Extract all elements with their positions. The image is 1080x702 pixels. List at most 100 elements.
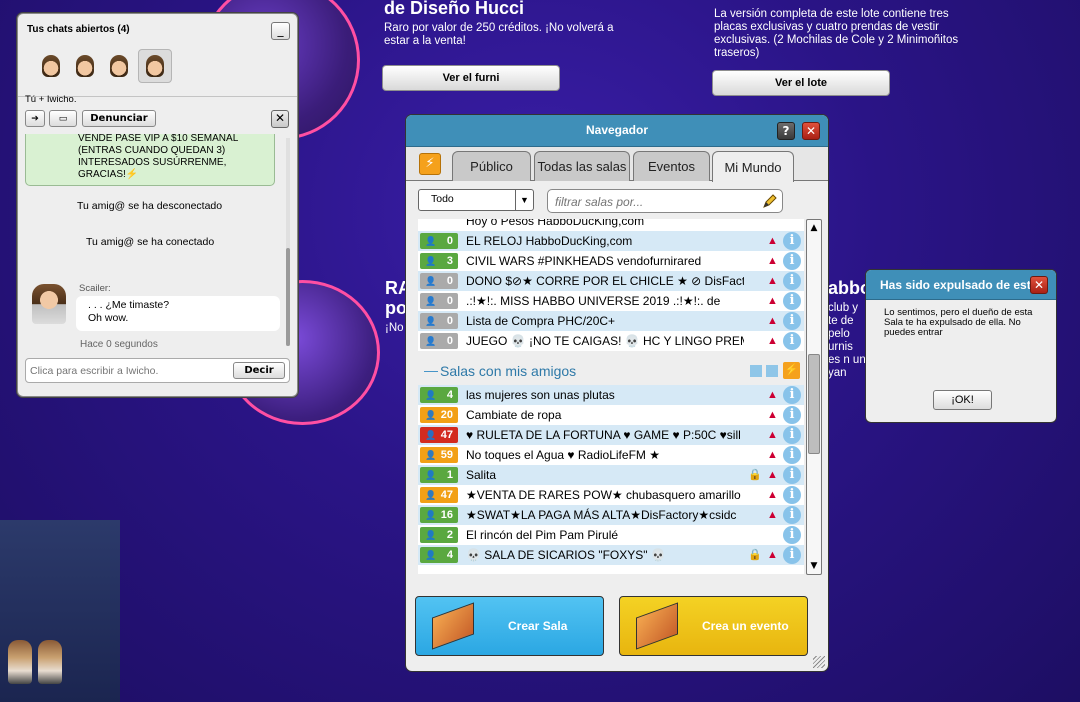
room-name: 💀 SALA DE SICARIOS "FOXYS" 💀 [466,548,666,562]
room-name: EL RELOJ HabboDucKing,com [466,234,633,248]
info-icon[interactable]: i [783,406,801,424]
info-icon[interactable]: i [783,466,801,484]
info-icon[interactable]: i [783,272,801,290]
user-icon: 👤 [425,389,437,400]
close-navigator-button[interactable]: ✕ [802,122,820,140]
room-row[interactable]: 👤 1 Salita 🔒 ▲ i [418,465,804,485]
user-count: 2 [446,529,453,541]
user-icon: 👤 [425,295,437,306]
collapse-icon[interactable]: — [424,362,438,378]
chat-tab-avatar-selected[interactable] [138,49,172,83]
chat-input[interactable] [30,362,226,379]
info-icon[interactable]: i [783,486,801,504]
room-row[interactable]: 👤 4 💀 SALA DE SICARIOS "FOXYS" 💀 🔒 ▲ i [418,545,804,565]
info-icon[interactable]: i [783,446,801,464]
user-count: 47 [440,489,453,501]
forward-icon[interactable]: ➔ [25,110,45,127]
room-row[interactable]: 👤 4 las mujeres son unas plutas ▲ i [418,385,804,405]
info-icon[interactable]: i [783,386,801,404]
room-row-icons: ▲ i [765,446,801,464]
room-row-icons: 🔒 ▲ i [748,546,801,564]
room-row[interactable]: 👤 20 Cambiate de ropa ▲ i [418,405,804,425]
lightning-icon[interactable]: ⚡ [783,362,800,379]
chat-tab-avatar[interactable] [36,50,66,82]
create-room-button[interactable]: Crear Sala [415,596,604,656]
user-icon: 👤 [425,549,437,560]
scroll-up-icon[interactable]: ▲ [807,221,821,235]
info-icon[interactable]: i [783,546,801,564]
room-name: ★SWAT★LA PAGA MÁS ALTA★DisFactory★csidc [466,508,737,522]
scroll-thumb[interactable] [808,354,820,454]
search-input[interactable] [555,194,755,209]
promo-mid-right-title: abbo [828,278,871,298]
chat-tab-avatar[interactable] [104,50,134,82]
scroll-down-icon[interactable]: ▼ [807,559,821,573]
room-name: .:!★!:. MISS HABBO UNIVERSE 2019 .:!★!:.… [466,294,721,308]
room-row[interactable]: 👤 3 CIVIL WARS #PINKHEADS vendofurnirared ▲… [418,251,804,271]
room-name: las mujeres son unas plutas [466,388,615,402]
room-row[interactable]: 👤 0 .:!★!:. MISS HABBO UNIVERSE 2019 .:!★!… [418,291,804,311]
room-list-scrollbar[interactable]: ▲ ▼ [806,219,822,575]
room-row[interactable]: 👤 47 ♥ RULETA DE LA FORTUNA ♥ GAME ♥ P:50C… [418,425,804,445]
chat-tab-avatar[interactable] [70,50,100,82]
tab-public[interactable]: Público [452,151,531,181]
system-message: Tu amig@ se ha conectado [86,236,215,248]
system-message: Tu amig@ se ha desconectado [77,200,223,212]
chat-scrollbar[interactable] [286,138,290,346]
ok-button[interactable]: ¡OK! [933,390,992,410]
user-count: 16 [440,509,453,521]
resize-handle[interactable] [813,656,825,668]
info-icon[interactable]: i [783,506,801,524]
lock-icon: 🔒 [748,469,762,481]
user-count: 4 [446,389,453,401]
info-icon[interactable]: i [783,312,801,330]
send-button[interactable]: Decir [233,362,285,379]
room-row[interactable]: 👤 0 Lista de Compra PHC/20C+ ▲ i [418,311,804,331]
report-button[interactable]: Denunciar [82,110,156,127]
info-icon[interactable]: i [783,526,801,544]
minimize-button[interactable]: _ [271,22,290,40]
user-count-badge: 👤 47 [420,427,458,443]
room-row[interactable]: 👤 0 EL RELOJ HabboDucKing,com ▲ i [418,231,804,251]
close-dialog-button[interactable]: ✕ [1030,276,1048,294]
user-count-badge: 👤 0 [420,273,458,289]
view-toggle[interactable] [750,365,778,377]
lightning-icon[interactable]: ⚡ [419,153,441,175]
room-row[interactable]: 👤 59 No toques el Agua ♥ RadioLifeFM ★ ▲ i [418,445,804,465]
help-button[interactable]: ? [777,122,795,140]
room-name: JUEGO 💀 ¡NO TE CAIGAS! 💀 HC Y LINGO PREM… [466,334,744,348]
room-row[interactable]: Hoy o Pesos HabboDucKing,com [418,219,804,231]
close-chat-button[interactable]: ✕ [271,110,289,128]
room-icon [426,604,480,648]
tab-all-rooms[interactable]: Todas las salas [534,151,630,181]
tab-my-world[interactable]: Mi Mundo [712,151,794,182]
rank-icon: ▲ [767,449,778,461]
room-row[interactable]: 👤 2 El rincón del Pim Pam Pirulé i [418,525,804,545]
rank-icon: ▲ [767,429,778,441]
promo-lot-desc: La versión completa de este lote contien… [714,8,959,59]
room-row[interactable]: 👤 16 ★SWAT★LA PAGA MÁS ALTA★DisFactory★csi… [418,505,804,525]
user-count-badge: 👤 0 [420,313,458,329]
user-count: 0 [446,335,453,347]
user-icon: 👤 [425,529,437,540]
kicked-dialog: Has sido expulsado de esta ✕ Lo sentimos… [865,269,1057,423]
pencil-icon[interactable] [762,193,778,209]
info-icon[interactable]: i [783,426,801,444]
info-icon[interactable]: i [783,232,801,250]
view-furni-button[interactable]: Ver el furni [382,65,560,91]
list-view-icon[interactable] [766,365,778,377]
create-event-button[interactable]: Crea un evento [619,596,808,656]
tab-events[interactable]: Eventos [633,151,710,181]
room-row[interactable]: 👤 47 ★VENTA DE RARES POW★ chubasquero amar… [418,485,804,505]
filter-select[interactable]: Todo ▼ [418,189,534,211]
grid-view-icon[interactable] [750,365,762,377]
info-icon[interactable]: i [783,292,801,310]
profile-card-icon[interactable]: ▭ [49,110,77,127]
room-row-icons: ▲ i [765,332,801,350]
info-icon[interactable]: i [783,332,801,350]
room-row[interactable]: 👤 0 JUEGO 💀 ¡NO TE CAIGAS! 💀 HC Y LINGO PR… [418,331,804,351]
room-row-icons: ▲ i [765,506,801,524]
room-row[interactable]: 👤 0 DONO $⊘★ CORRE POR EL CHICLE ★ ⊘ DisFa… [418,271,804,291]
info-icon[interactable]: i [783,252,801,270]
view-lot-button[interactable]: Ver el lote [712,70,890,96]
